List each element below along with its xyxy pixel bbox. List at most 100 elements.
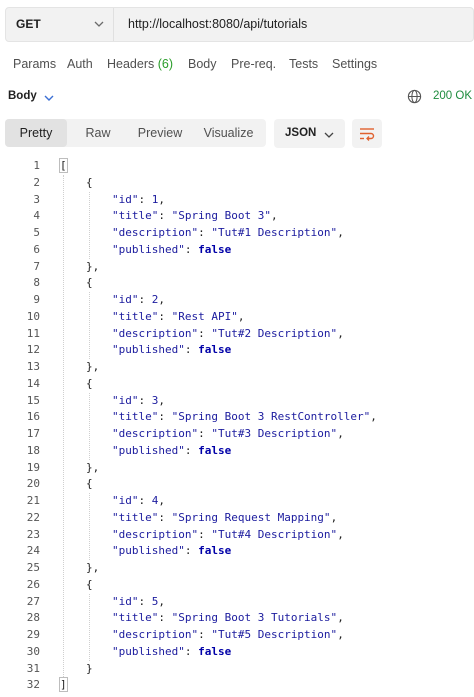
headers-count: (6)	[157, 57, 174, 71]
globe-icon[interactable]	[407, 89, 422, 104]
json-punctuation: :	[184, 343, 199, 357]
code-line: 24 "published": false	[0, 543, 474, 560]
line-number: 27	[26, 594, 40, 608]
wrap-lines-icon	[360, 128, 375, 141]
line-number: 6	[33, 242, 40, 256]
code-line: 6 "published": false	[0, 242, 474, 259]
line-number: 12	[26, 343, 40, 357]
json-punctuation: ,	[370, 410, 377, 424]
code-line: 12 "published": false	[0, 342, 474, 359]
json-punctuation: ,	[337, 427, 344, 440]
chevron-down-icon	[324, 132, 334, 138]
json-value: "Tut#2 Description"	[211, 326, 338, 340]
code-text: {	[86, 577, 93, 594]
tab-headers[interactable]: Headers (6)	[107, 57, 173, 71]
line-number: 1	[33, 159, 40, 172]
json-punctuation: :	[158, 410, 172, 424]
line-number: 31	[26, 661, 40, 675]
json-punctuation: ,	[337, 611, 344, 625]
method-select[interactable]: GET	[6, 8, 114, 41]
json-key: "id"	[112, 393, 139, 407]
code-line: 28 "title": "Spring Boot 3 Tutorials",	[0, 610, 474, 627]
json-punctuation: :	[198, 628, 212, 641]
line-number: 17	[26, 427, 40, 440]
url-input[interactable]: http://localhost:8080/api/tutorials	[128, 17, 307, 31]
indent-guide	[89, 593, 90, 661]
line-number: 10	[26, 309, 40, 323]
json-punctuation: },	[86, 460, 100, 474]
indent-guide	[89, 493, 90, 560]
json-punctuation: {	[86, 477, 93, 491]
json-key: "published"	[112, 242, 185, 256]
code-line: 23 "description": "Tut#4 Description",	[0, 527, 474, 544]
code-line: 9 "id": 2,	[0, 292, 474, 309]
json-punctuation: {	[86, 577, 93, 591]
json-punctuation: ,	[158, 192, 165, 206]
code-text: },	[86, 460, 99, 477]
json-punctuation: :	[158, 309, 172, 323]
code-text: "description": "Tut#1 Description",	[112, 225, 344, 242]
wrap-lines-button[interactable]	[352, 119, 382, 148]
json-key: "title"	[112, 410, 159, 424]
status-badge[interactable]: 200 OK	[433, 90, 472, 102]
code-text: "id": 5,	[112, 594, 165, 611]
format-select[interactable]: JSON	[274, 119, 345, 148]
code-line: 3 "id": 1,	[0, 192, 474, 209]
tab-auth[interactable]: Auth	[67, 57, 93, 71]
code-line: 16 "title": "Spring Boot 3 RestController…	[0, 409, 474, 426]
json-key: "title"	[112, 209, 159, 223]
json-key: "description"	[112, 527, 199, 541]
view-raw[interactable]: Raw	[67, 119, 129, 147]
line-number: 16	[26, 410, 40, 424]
tab-pre-request[interactable]: Pre-req.	[231, 57, 276, 71]
json-value: "Tut#5 Description"	[211, 628, 338, 641]
json-key: "published"	[112, 443, 185, 457]
json-key: "title"	[112, 309, 159, 323]
json-key: "title"	[112, 510, 159, 524]
json-value: false	[198, 443, 232, 457]
tab-tests[interactable]: Tests	[289, 57, 318, 71]
code-text: "published": false	[112, 242, 231, 259]
json-key: "description"	[112, 628, 199, 641]
view-visualize[interactable]: Visualize	[191, 119, 266, 147]
chevron-down-icon	[94, 21, 104, 27]
code-text: "published": false	[112, 443, 231, 460]
tab-settings[interactable]: Settings	[332, 57, 377, 71]
code-text: "id": 4,	[112, 493, 165, 510]
json-punctuation: ,	[158, 594, 165, 608]
json-value: false	[198, 242, 232, 256]
code-line: 30 "published": false	[0, 644, 474, 661]
code-text: "id": 3,	[112, 393, 165, 410]
json-punctuation: :	[138, 494, 152, 507]
json-key: "id"	[112, 594, 139, 608]
code-line: 25},	[0, 560, 474, 577]
indent-guide	[89, 292, 90, 359]
code-line: 10 "title": "Rest API",	[0, 309, 474, 326]
code-line: 21 "id": 4,	[0, 493, 474, 510]
code-text: },	[86, 259, 99, 276]
indent-guide	[63, 174, 64, 678]
code-line: 29 "description": "Tut#5 Description",	[0, 627, 474, 644]
json-punctuation: :	[158, 611, 172, 625]
line-number: 29	[26, 628, 40, 641]
code-text: "title": "Spring Boot 3",	[112, 208, 278, 225]
tab-params[interactable]: Params	[13, 57, 56, 71]
json-punctuation: ,	[158, 293, 165, 306]
code-text: "description": "Tut#3 Description",	[112, 426, 344, 443]
json-punctuation: :	[138, 393, 152, 407]
view-preview[interactable]: Preview	[129, 119, 191, 147]
line-number: 19	[26, 460, 40, 474]
response-body-viewer[interactable]: 1[2{3 "id": 1, 4 "title": "Spring Boot 3", 5…	[0, 158, 474, 694]
view-pretty[interactable]: Pretty	[5, 119, 67, 147]
json-punctuation: ,	[158, 393, 165, 407]
line-number: 18	[26, 443, 40, 457]
json-punctuation: ,	[337, 326, 344, 340]
json-punctuation: {	[86, 376, 93, 390]
json-punctuation: :	[138, 192, 152, 206]
json-punctuation: :	[198, 527, 212, 541]
chevron-down-icon[interactable]	[44, 94, 54, 102]
response-section-label[interactable]: Body	[8, 90, 37, 102]
tab-body[interactable]: Body	[188, 57, 217, 71]
json-punctuation: ,	[337, 527, 344, 541]
json-punctuation: ,	[337, 628, 344, 641]
